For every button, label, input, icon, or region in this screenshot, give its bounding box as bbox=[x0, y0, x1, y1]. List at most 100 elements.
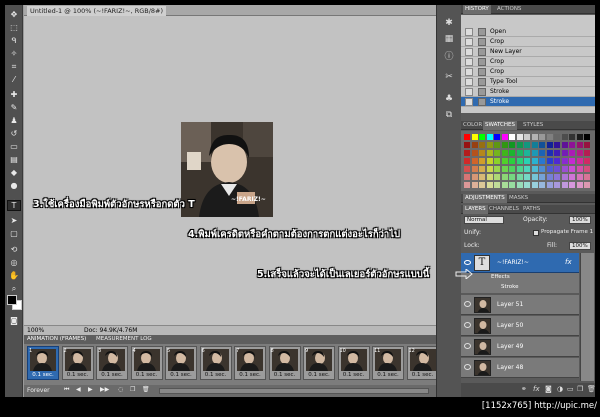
prev-frame-icon[interactable]: ◀ bbox=[76, 386, 81, 393]
color-swatch[interactable] bbox=[569, 134, 575, 140]
color-swatch[interactable] bbox=[464, 150, 470, 156]
color-swatch[interactable] bbox=[584, 150, 590, 156]
frame-delay[interactable]: 0.1 sec. bbox=[373, 372, 403, 378]
color-swatch[interactable] bbox=[524, 182, 530, 188]
color-swatch[interactable] bbox=[479, 142, 485, 148]
color-swatch[interactable] bbox=[569, 150, 575, 156]
color-swatch[interactable] bbox=[509, 166, 515, 172]
animation-frame[interactable]: 8 0.1 sec. bbox=[268, 346, 301, 380]
color-swatch[interactable] bbox=[561, 166, 568, 172]
color-swatch[interactable] bbox=[509, 142, 515, 148]
color-swatch[interactable] bbox=[516, 174, 523, 180]
color-swatch[interactable] bbox=[501, 134, 508, 140]
color-swatch[interactable] bbox=[531, 182, 538, 188]
tab-actions[interactable]: ACTIONS bbox=[497, 6, 521, 12]
color-swatch[interactable] bbox=[531, 166, 538, 172]
delete-layer-icon[interactable]: 🗑 bbox=[587, 385, 595, 393]
quick-mask-icon[interactable]: ◙ bbox=[7, 315, 21, 326]
color-swatch[interactable] bbox=[479, 158, 485, 164]
animation-frame[interactable]: 1 0.1 sec. bbox=[27, 346, 59, 380]
color-swatch[interactable] bbox=[569, 142, 575, 148]
color-swatch[interactable] bbox=[479, 174, 485, 180]
color-swatch[interactable] bbox=[471, 174, 478, 180]
color-swatch[interactable] bbox=[501, 142, 508, 148]
visibility-eye-icon[interactable] bbox=[464, 260, 471, 265]
color-swatch[interactable] bbox=[471, 158, 478, 164]
color-swatch[interactable] bbox=[561, 142, 568, 148]
color-swatch[interactable] bbox=[471, 166, 478, 172]
color-swatch[interactable] bbox=[516, 134, 523, 140]
color-swatch[interactable] bbox=[524, 174, 530, 180]
color-swatch[interactable] bbox=[569, 166, 575, 172]
color-swatch[interactable] bbox=[501, 174, 508, 180]
color-swatch[interactable] bbox=[471, 150, 478, 156]
color-swatch[interactable] bbox=[546, 134, 553, 140]
zoom-readout[interactable]: 100% bbox=[27, 327, 44, 334]
color-swatch[interactable] bbox=[576, 166, 583, 172]
tab-measurement-log[interactable]: MEASUREMENT LOG bbox=[96, 336, 152, 342]
color-swatch[interactable] bbox=[524, 134, 530, 140]
tab-styles[interactable]: STYLES bbox=[523, 122, 543, 128]
color-swatch[interactable] bbox=[561, 182, 568, 188]
color-swatch[interactable] bbox=[509, 182, 515, 188]
brushes-icon[interactable]: ♣ bbox=[442, 93, 456, 105]
color-swatch[interactable] bbox=[576, 158, 583, 164]
color-swatch[interactable] bbox=[561, 134, 568, 140]
info-icon[interactable]: ⓘ bbox=[442, 49, 456, 62]
color-swatch[interactable] bbox=[464, 158, 470, 164]
color-swatch[interactable] bbox=[486, 142, 493, 148]
stroke-row[interactable]: Stroke bbox=[461, 283, 579, 293]
gradient-tool-icon[interactable]: ▤ bbox=[7, 154, 21, 165]
color-swatch[interactable] bbox=[516, 158, 523, 164]
move-tool-icon[interactable]: ✥ bbox=[7, 9, 21, 20]
color-swatch[interactable] bbox=[584, 174, 590, 180]
color-swatch[interactable] bbox=[501, 150, 508, 156]
color-swatch[interactable] bbox=[576, 174, 583, 180]
shape-tool-icon[interactable]: ▢ bbox=[7, 228, 21, 239]
frame-delay[interactable]: 0.1 sec. bbox=[408, 372, 438, 378]
play-icon[interactable]: ▶ bbox=[88, 386, 93, 393]
3d-rotate-icon[interactable]: ⟲ bbox=[7, 244, 21, 255]
color-swatch[interactable] bbox=[554, 182, 560, 188]
color-swatch[interactable] bbox=[539, 158, 545, 164]
frame-delay[interactable]: 0.1 sec. bbox=[166, 372, 196, 378]
color-swatch[interactable] bbox=[494, 166, 500, 172]
color-swatch[interactable] bbox=[539, 166, 545, 172]
duplicate-frame-icon[interactable]: ❐ bbox=[130, 386, 135, 393]
histogram-icon[interactable]: ▦ bbox=[442, 33, 456, 45]
color-swatch[interactable] bbox=[539, 182, 545, 188]
animation-frame[interactable]: 3 0.1 sec. bbox=[96, 346, 128, 380]
fill-field[interactable]: 100% bbox=[569, 242, 591, 250]
history-step[interactable]: Open bbox=[461, 27, 595, 37]
color-swatch[interactable] bbox=[486, 150, 493, 156]
color-swatch[interactable] bbox=[531, 158, 538, 164]
color-swatch[interactable] bbox=[584, 166, 590, 172]
tab-history[interactable]: HISTORY bbox=[463, 5, 491, 14]
color-swatch[interactable] bbox=[516, 166, 523, 172]
layer-row[interactable]: Layer 48 bbox=[461, 358, 579, 378]
clone-stamp-icon[interactable]: ♟ bbox=[7, 115, 21, 126]
color-swatch[interactable] bbox=[584, 182, 590, 188]
color-swatch[interactable] bbox=[576, 150, 583, 156]
crop-tool-icon[interactable]: ⌗ bbox=[7, 61, 21, 72]
brush-tool-icon[interactable]: ✎ bbox=[7, 102, 21, 113]
layer-row[interactable]: Layer 50 bbox=[461, 316, 579, 336]
color-swatch[interactable] bbox=[539, 174, 545, 180]
color-swatch[interactable] bbox=[531, 174, 538, 180]
dodge-tool-icon[interactable]: ● bbox=[7, 180, 21, 191]
color-swatch[interactable] bbox=[561, 158, 568, 164]
color-swatch[interactable] bbox=[479, 182, 485, 188]
color-swatch[interactable] bbox=[464, 142, 470, 148]
animation-frame[interactable]: 4 0.1 sec. bbox=[130, 346, 163, 380]
delete-frame-icon[interactable]: 🗑 bbox=[142, 386, 150, 393]
color-swatch[interactable] bbox=[479, 134, 485, 140]
color-swatch[interactable] bbox=[524, 142, 530, 148]
color-swatch[interactable] bbox=[561, 150, 568, 156]
color-swatch[interactable] bbox=[494, 134, 500, 140]
opacity-field[interactable]: 100% bbox=[569, 216, 591, 224]
animation-frame[interactable]: 5 0.1 sec. bbox=[165, 346, 197, 380]
color-swatch[interactable] bbox=[524, 166, 530, 172]
color-swatch[interactable] bbox=[531, 150, 538, 156]
color-swatch[interactable] bbox=[554, 158, 560, 164]
color-swatch[interactable] bbox=[494, 182, 500, 188]
